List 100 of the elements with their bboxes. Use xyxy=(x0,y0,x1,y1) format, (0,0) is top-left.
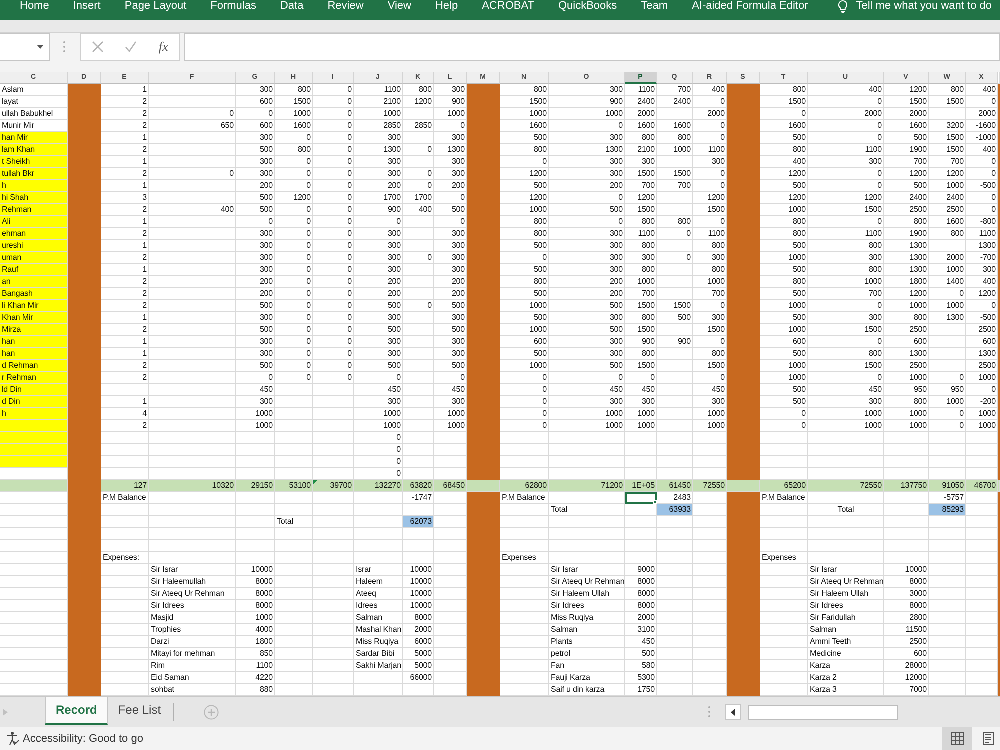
fill-handle[interactable] xyxy=(653,500,657,504)
table-cell-text: 0 xyxy=(426,300,433,312)
table-cell-text: 300 xyxy=(258,240,274,252)
table-cell: h xyxy=(0,408,68,420)
sheet-tab[interactable]: Record xyxy=(45,697,108,725)
table-cell-text: 900 xyxy=(386,204,402,216)
table-cell-text: 0 xyxy=(460,372,466,384)
table-cell-text: 500 xyxy=(792,180,807,192)
table-cell-text: 300 xyxy=(258,168,274,180)
ribbon-tab[interactable]: AI-aided Formula Editor xyxy=(692,0,808,14)
plus-circle-icon[interactable] xyxy=(204,704,220,720)
table-cell: 137750 xyxy=(884,480,929,492)
ribbon-tab[interactable]: Help xyxy=(435,0,458,14)
view-button[interactable] xyxy=(942,727,972,750)
table-cell-text: 1700 xyxy=(382,192,402,204)
table-cell-text: ullah Babukhel xyxy=(1,108,54,120)
page-icon xyxy=(982,732,995,745)
table-cell-text: 900 xyxy=(450,96,466,108)
table-cell-text: 2 xyxy=(142,108,148,120)
table-cell-text: 1500 xyxy=(706,324,726,336)
table-cell-text: 500 xyxy=(792,384,807,396)
ribbon-tab[interactable]: Data xyxy=(280,0,304,14)
table-cell-text: 600 xyxy=(532,336,548,348)
drag-handle-icon[interactable] xyxy=(63,41,66,53)
table-cell-text: 700 xyxy=(868,288,883,300)
table-cell-text: 500 xyxy=(450,300,466,312)
table-cell-text: 0 xyxy=(306,264,312,276)
table-cell-text: 0 xyxy=(720,216,726,228)
table-cell-text: 0 xyxy=(306,300,312,312)
cell-value: 39700 xyxy=(330,481,352,490)
table-cell-text: 1000 xyxy=(446,108,466,120)
table-cell-text: 0 xyxy=(346,264,353,276)
table-cell-text: 2400 xyxy=(908,192,928,204)
caret-right-icon[interactable] xyxy=(3,708,8,716)
table-cell-text: 300 xyxy=(608,168,624,180)
table-cell-text: 1000 xyxy=(788,360,807,372)
table-cell-text: 0 xyxy=(346,216,353,228)
insert-function-button[interactable]: fx xyxy=(158,40,168,54)
ribbon-tab[interactable]: Review xyxy=(328,0,364,14)
table-cell-text: 2 xyxy=(142,324,148,336)
table-cell-text: 1000 xyxy=(978,420,997,432)
ribbon-tab[interactable]: Insert xyxy=(73,0,101,14)
table-cell-text: 300 xyxy=(386,156,402,168)
table-cell-text: 0 xyxy=(346,144,353,156)
table-cell-text: 800 xyxy=(868,264,883,276)
table-cell-text: 1 xyxy=(142,396,148,408)
table-cell-text: 0 xyxy=(306,240,312,252)
table-cell-text: 0 xyxy=(686,252,692,264)
table-cell-text: 8000 xyxy=(414,612,433,624)
selected-cell[interactable] xyxy=(625,492,657,504)
table-cell-text: 300 xyxy=(450,396,466,408)
table-cell-text: 2500 xyxy=(978,360,997,372)
ribbon-tab[interactable]: Team xyxy=(641,0,668,14)
ribbon-tab[interactable]: Page Layout xyxy=(124,0,187,14)
table-cell-text: 1200 xyxy=(946,168,965,180)
table-cell-text: 1300 xyxy=(908,252,928,264)
tell-me-search[interactable]: Tell me what you want to do xyxy=(838,0,992,16)
table-cell-text: Total xyxy=(550,504,568,516)
table-cell-text: 800 xyxy=(792,228,807,240)
table-cell: t Sheikh xyxy=(0,156,68,168)
table-cell-text: 300 xyxy=(450,228,466,240)
table-cell-text: 500 xyxy=(258,324,274,336)
table-cell-text: 1000 xyxy=(528,300,548,312)
ribbon-tab[interactable]: View xyxy=(388,0,412,14)
enter-button[interactable] xyxy=(125,41,138,53)
table-cell-text: 2 xyxy=(142,276,148,288)
table-cell-text: 400 xyxy=(220,204,235,216)
table-cell-text: 1 xyxy=(142,216,148,228)
sheet-tab[interactable]: Fee List xyxy=(108,697,172,725)
table-cell-text: petrol xyxy=(550,648,572,660)
formula-input[interactable] xyxy=(184,33,1000,61)
scroll-left-button[interactable] xyxy=(725,704,741,720)
table-cell-text: 300 xyxy=(450,336,466,348)
table-cell-text: Mitayi for mehman xyxy=(150,648,216,660)
table-cell-text: 0 xyxy=(306,288,312,300)
name-box[interactable] xyxy=(0,33,50,61)
cancel-button[interactable] xyxy=(92,41,104,53)
table-cell-text: 1500 xyxy=(864,360,883,372)
drag-handle-icon[interactable] xyxy=(708,706,711,718)
table-cell: 132270 xyxy=(354,480,403,492)
table-cell-text: 300 xyxy=(450,264,466,276)
table-cell-text: 300 xyxy=(258,396,274,408)
ribbon-tab[interactable]: Formulas xyxy=(210,0,256,14)
ribbon-tab[interactable]: Home xyxy=(20,0,50,14)
table-cell-text: 1200 xyxy=(636,192,656,204)
table-cell-text: 1000 xyxy=(978,408,997,420)
scrollbar-thumb[interactable] xyxy=(748,704,898,720)
table-cell-text: 0 xyxy=(396,372,402,384)
ribbon-tab[interactable]: ACROBAT xyxy=(482,0,534,14)
table-cell-text: 2 xyxy=(142,372,148,384)
table-cell-text: 900 xyxy=(608,96,624,108)
table-cell-text: 1000 xyxy=(788,372,807,384)
table-cell-text: Munir Mir xyxy=(1,120,36,132)
table-cell-text: 0 xyxy=(876,96,883,108)
table-cell: Rehman xyxy=(0,204,68,216)
table-cell-text: sohbat xyxy=(150,684,176,696)
table-cell-text: 1600 xyxy=(528,120,548,132)
table-cell: 10320 xyxy=(149,480,236,492)
ribbon-tab[interactable]: QuickBooks xyxy=(558,0,618,14)
table-cell-text: 0 xyxy=(426,144,433,156)
